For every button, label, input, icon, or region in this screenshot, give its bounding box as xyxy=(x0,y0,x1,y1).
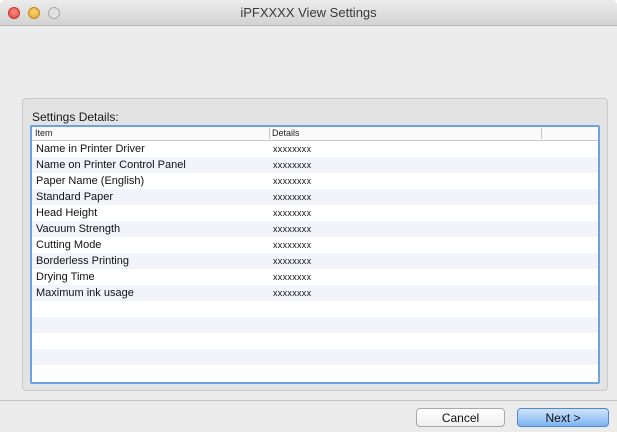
empty-table-row xyxy=(32,349,598,365)
next-button[interactable]: Next > xyxy=(517,408,609,427)
column-header-details[interactable]: Details xyxy=(272,127,300,140)
row-item-details: xxxxxxxx xyxy=(273,272,312,282)
row-item-name: Standard Paper xyxy=(36,191,114,203)
row-item-name: Drying Time xyxy=(36,271,95,283)
window-title: iPFXXXX View Settings xyxy=(240,5,377,20)
title-bar: iPFXXXX View Settings xyxy=(0,0,617,26)
row-item-details: xxxxxxxx xyxy=(273,144,312,154)
row-item-details: xxxxxxxx xyxy=(273,192,312,202)
table-row[interactable]: Drying Time xxxxxxxx xyxy=(32,269,598,285)
column-divider[interactable] xyxy=(541,128,542,139)
row-item-details: xxxxxxxx xyxy=(273,224,312,234)
table-row[interactable]: Name on Printer Control Panel xxxxxxxx xyxy=(32,157,598,173)
settings-details-label: Settings Details: xyxy=(32,110,119,124)
row-item-details: xxxxxxxx xyxy=(273,256,312,266)
row-item-name: Borderless Printing xyxy=(36,255,129,267)
table-rows: Name in Printer Driver xxxxxxxx Name on P… xyxy=(32,141,598,381)
row-item-name: Name in Printer Driver xyxy=(36,143,145,155)
table-row[interactable]: Name in Printer Driver xxxxxxxx xyxy=(32,141,598,157)
row-item-name: Maximum ink usage xyxy=(36,287,134,299)
row-item-details: xxxxxxxx xyxy=(273,288,312,298)
table-row[interactable]: Standard Paper xxxxxxxx xyxy=(32,189,598,205)
row-item-name: Paper Name (English) xyxy=(36,175,145,187)
row-item-details: xxxxxxxx xyxy=(273,208,312,218)
empty-table-row xyxy=(32,365,598,381)
cancel-button[interactable]: Cancel xyxy=(416,408,505,427)
table-row[interactable]: Borderless Printing xxxxxxxx xyxy=(32,253,598,269)
table-row[interactable]: Paper Name (English) xxxxxxxx xyxy=(32,173,598,189)
table-row[interactable]: Maximum ink usage xxxxxxxx xyxy=(32,285,598,301)
table-row[interactable]: Cutting Mode xxxxxxxx xyxy=(32,237,598,253)
empty-table-row xyxy=(32,301,598,317)
column-header-item[interactable]: Item xyxy=(35,127,53,140)
column-divider[interactable] xyxy=(269,128,270,139)
empty-table-row xyxy=(32,333,598,349)
table-row[interactable]: Vacuum Strength xxxxxxxx xyxy=(32,221,598,237)
row-item-name: Cutting Mode xyxy=(36,239,102,251)
settings-window: iPFXXXX View Settings Settings Details: … xyxy=(0,0,617,432)
settings-details-table[interactable]: Item Details Name in Printer Driver xxxxx… xyxy=(30,125,600,384)
table-header: Item Details xyxy=(32,127,598,141)
row-item-details: xxxxxxxx xyxy=(273,240,312,250)
row-item-details: xxxxxxxx xyxy=(273,160,312,170)
row-item-name: Vacuum Strength xyxy=(36,223,121,235)
row-item-details: xxxxxxxx xyxy=(273,176,312,186)
empty-table-row xyxy=(32,317,598,333)
row-item-name: Name on Printer Control Panel xyxy=(36,159,186,171)
row-item-name: Head Height xyxy=(36,207,98,219)
table-row[interactable]: Head Height xxxxxxxx xyxy=(32,205,598,221)
settings-details-group: Settings Details: Item Details Name in P… xyxy=(22,98,608,391)
